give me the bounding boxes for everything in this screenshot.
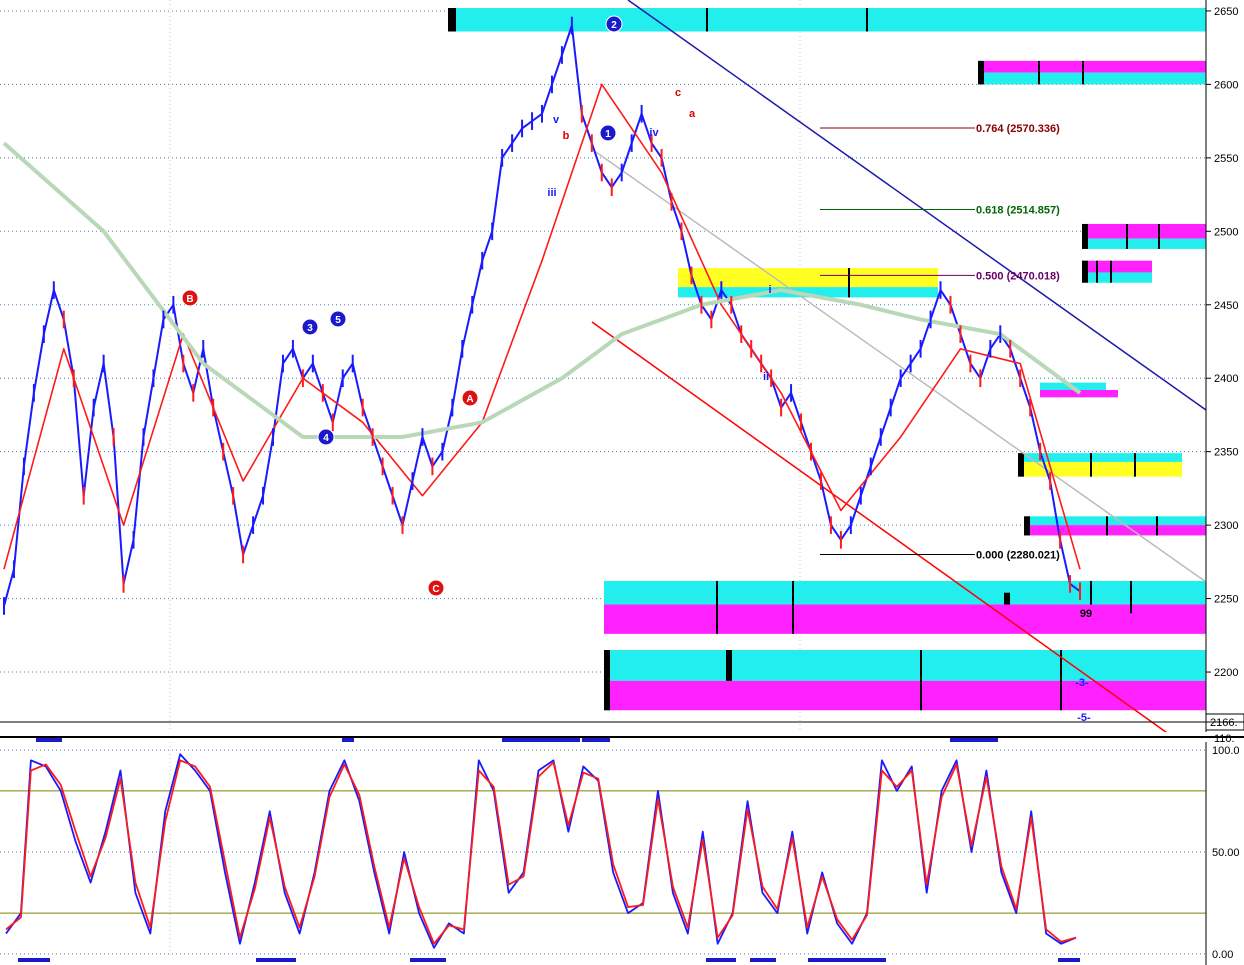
osc-top-clip-label: 110.: [1214, 733, 1235, 745]
osc-signal-bar: [808, 958, 886, 962]
wave-label: 5: [335, 315, 341, 326]
wave-label: ii: [763, 371, 769, 383]
osc-signal-bar: [750, 958, 776, 962]
elliott-wave-chart: 2650 2600 2550 2500 2450 2400 2350 2300 2250 2200…: [0, 0, 1244, 965]
zone-tick: [1158, 223, 1160, 249]
zone-tick: [1038, 60, 1040, 85]
wave-label: 1: [605, 129, 611, 140]
zone-tick: [1156, 516, 1158, 536]
last-value-label: 2166.: [1210, 717, 1238, 729]
zone-tick: [716, 580, 718, 634]
osc-signal-bar: [1058, 958, 1080, 962]
zone-cyan: [448, 8, 1206, 32]
zone-tick: [706, 8, 708, 32]
osc-signal-bar: [706, 958, 736, 962]
zone-tick: [726, 650, 732, 681]
wave-label: v: [553, 114, 560, 126]
zone-tick: [1130, 580, 1132, 614]
wave-label: iii: [547, 187, 556, 199]
zone-tick: [1096, 260, 1098, 283]
price-tick-label: 2650: [1214, 6, 1238, 18]
zone-tick: [920, 650, 922, 711]
signal-bar: [342, 738, 354, 742]
signal-bar: [36, 738, 62, 742]
zone-tick: [448, 8, 456, 32]
zone-tick: [1082, 60, 1084, 85]
zone-tick: [1004, 592, 1010, 605]
zone-cyan: [1082, 238, 1206, 249]
zone-tick: [1110, 260, 1112, 283]
wave-label: 4: [323, 433, 329, 444]
zone-tick: [978, 60, 984, 85]
price-panel: 2650 2600 2550 2500 2450 2400 2350 2300 2250 2200…: [0, 0, 1244, 742]
zone-tick: [866, 8, 868, 32]
zone-tick: [1060, 650, 1062, 711]
zone-tick: [848, 268, 850, 298]
zone-cyan: [978, 72, 1206, 85]
fib-level-label: 0.764 (2570.336): [976, 123, 1060, 135]
price-tick-label: 2550: [1214, 153, 1238, 165]
osc-tick-label: 50.00: [1212, 847, 1240, 859]
fib-level-label: 0.500 (2470.018): [976, 270, 1060, 282]
wave-label: c: [675, 87, 681, 99]
osc-tick-label: 0.00: [1212, 949, 1233, 961]
price-tick-label: 2500: [1214, 226, 1238, 238]
fib-level-label: 0.000 (2280.021): [976, 549, 1060, 561]
wave-label: iv: [649, 127, 659, 139]
oscillator-panel: 100.0 50.00 0.00 110.: [0, 733, 1240, 965]
price-tick-label: 2400: [1214, 373, 1238, 385]
wave-label: 2: [611, 20, 617, 31]
zone-magenta: [604, 604, 1206, 634]
fib-level-label: 0.618 (2514.857): [976, 204, 1060, 216]
zone-tick: [792, 580, 794, 634]
zone-tick: [1082, 223, 1088, 249]
osc-tick-label: 100.0: [1212, 745, 1240, 757]
zone-tick: [1090, 453, 1092, 477]
wave-label: C: [432, 584, 439, 595]
price-tick-label: 2350: [1214, 447, 1238, 459]
price-tick-label: 2600: [1214, 79, 1238, 91]
wave-label: -3-: [1075, 677, 1089, 689]
price-tick-label: 2200: [1214, 667, 1238, 679]
zone-tick: [1082, 260, 1088, 283]
zone-tick: [1018, 453, 1024, 477]
zone-tick: [1090, 580, 1092, 605]
price-tick-label: 2300: [1214, 520, 1238, 532]
zone-tick: [1134, 453, 1136, 477]
price-tick-label: 2250: [1214, 594, 1238, 606]
zone-cyan: [1082, 272, 1152, 283]
zone-tick: [1024, 516, 1030, 536]
zone-cyan: [604, 580, 1206, 605]
osc-signal-bar: [18, 958, 50, 962]
zone-magenta: [978, 60, 1206, 73]
price-tick-label: 2450: [1214, 300, 1238, 312]
zone-tick: [604, 650, 610, 711]
zone-yellow: [678, 268, 938, 288]
zone-magenta: [1024, 525, 1206, 536]
zone-yellow: [1018, 461, 1182, 477]
zone-tick: [1106, 516, 1108, 536]
signal-bar: [502, 738, 580, 742]
wave-label: a: [689, 108, 696, 120]
osc-signal-bar: [256, 958, 296, 962]
osc-series-k: [5, 753, 1077, 949]
wave-label: 99: [1080, 608, 1092, 620]
signal-bar: [950, 738, 998, 742]
wave-label: b: [563, 130, 570, 142]
osc-signal-bar: [410, 958, 446, 962]
signal-bar: [582, 738, 610, 742]
zone-tick: [1126, 223, 1128, 249]
zone-magenta: [1082, 260, 1152, 273]
wave-label: i: [768, 284, 771, 296]
wave-label: 3: [307, 323, 313, 334]
zone-cyan: [604, 650, 1206, 681]
wave-label: B: [186, 294, 193, 305]
zone-magenta: [1082, 223, 1206, 239]
wave-label: A: [466, 394, 473, 405]
